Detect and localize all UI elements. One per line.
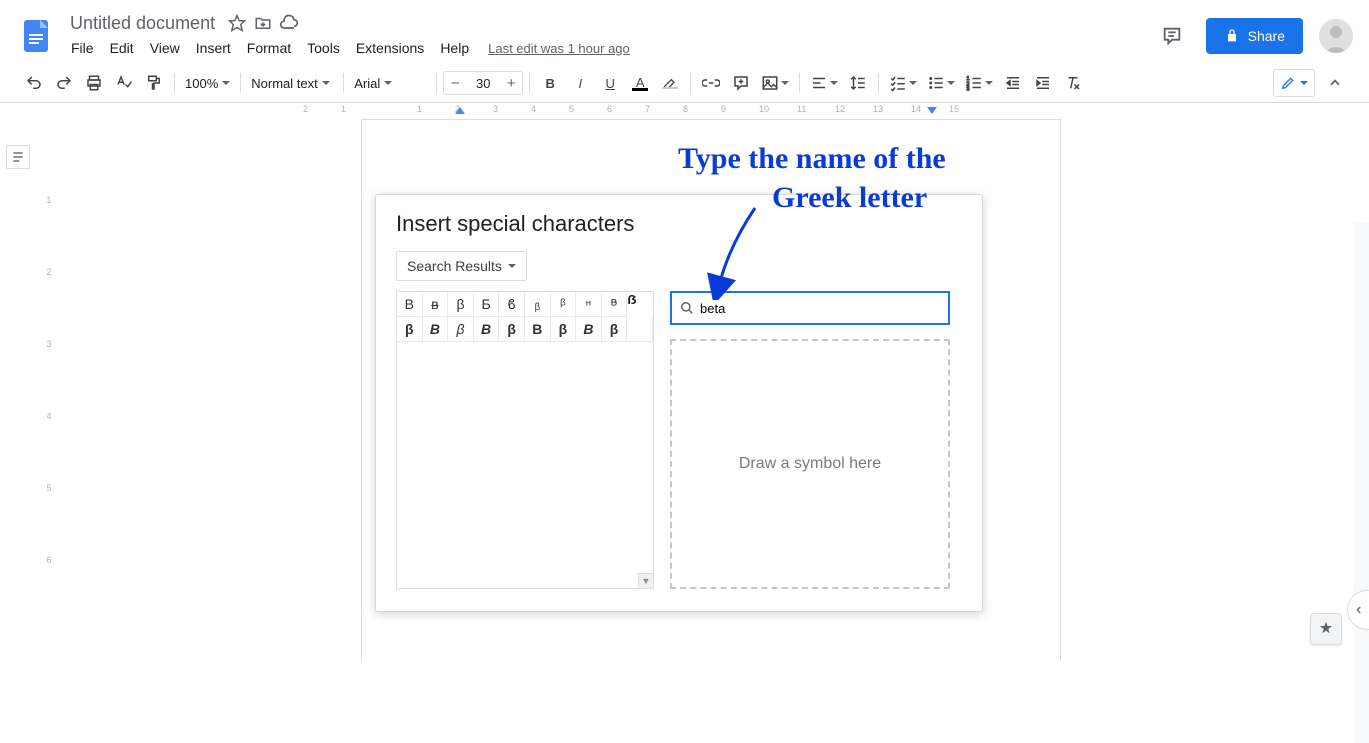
char-cell[interactable]: β bbox=[551, 317, 577, 342]
increase-indent-button[interactable] bbox=[1029, 70, 1057, 96]
menu-help[interactable]: Help bbox=[433, 36, 476, 60]
italic-button[interactable]: I bbox=[566, 70, 594, 96]
char-cell[interactable]: B bbox=[525, 317, 551, 342]
decrease-indent-button[interactable] bbox=[999, 70, 1027, 96]
share-button[interactable]: Share bbox=[1206, 18, 1303, 54]
char-cell[interactable]: β bbox=[499, 317, 525, 342]
char-cell[interactable]: B bbox=[474, 317, 500, 342]
ruler-right-marker[interactable] bbox=[927, 107, 937, 114]
menu-view[interactable]: View bbox=[143, 36, 187, 60]
menu-format[interactable]: Format bbox=[240, 36, 298, 60]
font-size-decrease[interactable]: − bbox=[444, 72, 466, 94]
font-size-value[interactable]: 30 bbox=[466, 76, 500, 91]
align-button[interactable] bbox=[806, 70, 842, 96]
bold-button[interactable]: B bbox=[536, 70, 564, 96]
share-label: Share bbox=[1248, 28, 1285, 44]
star-icon[interactable] bbox=[227, 13, 247, 33]
special-characters-dialog: Insert special characters Search Results… bbox=[375, 194, 983, 612]
text-color-button[interactable]: A bbox=[626, 70, 654, 96]
character-search-input[interactable] bbox=[700, 301, 940, 316]
char-cell[interactable]: ẞ bbox=[627, 292, 636, 317]
print-button[interactable] bbox=[80, 70, 108, 96]
checklist-button[interactable] bbox=[885, 70, 921, 96]
bulleted-list-button[interactable] bbox=[923, 70, 959, 96]
header: Untitled document File Edit View Insert … bbox=[0, 0, 1369, 64]
char-cell[interactable]: Ƃ bbox=[474, 292, 500, 317]
draw-symbol-area[interactable]: Draw a symbol here bbox=[670, 339, 950, 589]
vertical-scrollbar[interactable] bbox=[1354, 223, 1369, 743]
font-select[interactable]: Arial bbox=[350, 70, 430, 96]
document-outline-icon[interactable] bbox=[6, 145, 30, 169]
underline-button[interactable]: U bbox=[596, 70, 624, 96]
font-size-increase[interactable]: + bbox=[500, 72, 522, 94]
menu-tools[interactable]: Tools bbox=[300, 36, 347, 60]
char-cell[interactable]: B bbox=[576, 317, 602, 342]
char-cell[interactable]: ᵦ bbox=[525, 292, 551, 317]
numbered-list-button[interactable]: 123 bbox=[961, 70, 997, 96]
menu-bar: File Edit View Insert Format Tools Exten… bbox=[64, 35, 1154, 61]
grid-scroll-handle[interactable]: ▼ bbox=[638, 573, 653, 588]
char-cell[interactable]: β bbox=[397, 317, 423, 342]
ruler-indent-marker[interactable] bbox=[455, 107, 465, 114]
character-grid: B ᴃ β Ƃ ϐ ᵦ ᵝ ᵸ ᴯ ẞ β B β B β B β B β bbox=[396, 291, 654, 589]
char-cell[interactable]: β bbox=[448, 292, 474, 317]
svg-text:3: 3 bbox=[967, 87, 970, 93]
char-cell[interactable]: ᵝ bbox=[551, 292, 577, 317]
menu-extensions[interactable]: Extensions bbox=[349, 36, 431, 60]
toolbar: 100% Normal text Arial − 30 + B I U A 12… bbox=[0, 64, 1369, 102]
move-icon[interactable] bbox=[253, 13, 273, 33]
undo-button[interactable] bbox=[20, 70, 48, 96]
add-comment-button[interactable] bbox=[727, 70, 755, 96]
dialog-title: Insert special characters bbox=[396, 211, 962, 237]
character-search-box bbox=[670, 291, 950, 325]
highlight-color-button[interactable] bbox=[656, 70, 684, 96]
search-icon bbox=[680, 301, 694, 315]
char-cell[interactable]: ᴃ bbox=[423, 292, 449, 317]
cloud-status-icon[interactable] bbox=[279, 13, 299, 33]
char-cell[interactable]: B bbox=[397, 292, 423, 317]
spellcheck-button[interactable] bbox=[110, 70, 138, 96]
insert-image-button[interactable] bbox=[757, 70, 793, 96]
editing-mode-button[interactable] bbox=[1273, 69, 1315, 97]
paragraph-style-select[interactable]: Normal text bbox=[247, 70, 337, 96]
char-cell[interactable]: B bbox=[423, 317, 449, 342]
lock-icon bbox=[1224, 28, 1240, 44]
zoom-select[interactable]: 100% bbox=[181, 70, 234, 96]
char-cell[interactable] bbox=[627, 317, 653, 342]
font-size-control: − 30 + bbox=[443, 71, 523, 95]
clear-formatting-button[interactable] bbox=[1059, 70, 1087, 96]
document-title[interactable]: Untitled document bbox=[64, 12, 221, 35]
redo-button[interactable] bbox=[50, 70, 78, 96]
char-cell[interactable]: β bbox=[602, 317, 628, 342]
docs-logo-icon[interactable] bbox=[16, 16, 56, 56]
account-avatar[interactable] bbox=[1319, 19, 1353, 53]
explore-button[interactable] bbox=[1310, 613, 1342, 645]
line-spacing-button[interactable] bbox=[844, 70, 872, 96]
horizontal-ruler[interactable]: 2 1 1 2 3 4 5 6 7 8 9 10 11 12 13 14 15 bbox=[335, 103, 1369, 119]
category-dropdown[interactable]: Search Results bbox=[396, 251, 527, 281]
comments-icon[interactable] bbox=[1154, 18, 1190, 54]
vertical-ruler: 123456 bbox=[43, 123, 55, 627]
char-cell[interactable]: ᴯ bbox=[602, 292, 628, 317]
menu-file[interactable]: File bbox=[64, 36, 101, 60]
menu-insert[interactable]: Insert bbox=[189, 36, 238, 60]
char-cell[interactable]: ϐ bbox=[499, 292, 525, 317]
char-cell[interactable]: ᵸ bbox=[576, 292, 602, 317]
last-edit-link[interactable]: Last edit was 1 hour ago bbox=[488, 41, 630, 56]
collapse-toolbar-button[interactable] bbox=[1321, 69, 1349, 97]
paint-format-button[interactable] bbox=[140, 70, 168, 96]
menu-edit[interactable]: Edit bbox=[103, 36, 141, 60]
insert-link-button[interactable] bbox=[697, 70, 725, 96]
char-cell[interactable]: β bbox=[448, 317, 474, 342]
